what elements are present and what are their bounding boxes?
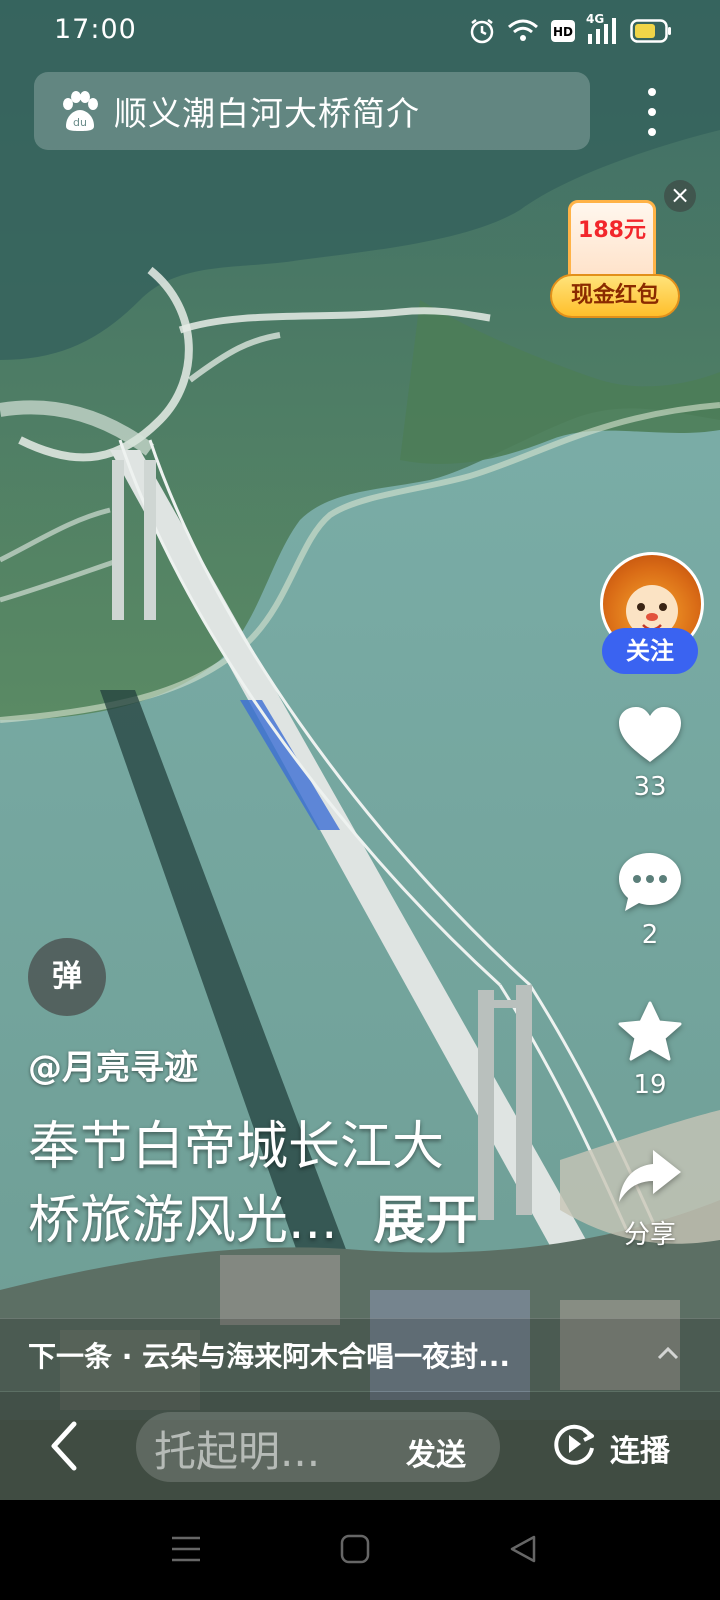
- comment-button[interactable]: 2: [600, 850, 700, 950]
- like-count: 33: [633, 772, 667, 802]
- share-arrow-icon: [619, 1150, 681, 1202]
- caption-line-2-wrap: 桥旅游风光... 展开: [28, 1184, 568, 1258]
- battery-icon: [630, 19, 671, 43]
- caption-line-1: 奉节白帝城长江大: [28, 1117, 445, 1177]
- comment-input[interactable]: 托起明... 发送: [136, 1412, 500, 1482]
- next-video-bar[interactable]: 下一条 · 云朵与海来阿木合唱一夜封...: [0, 1318, 720, 1391]
- send-button[interactable]: 发送: [406, 1430, 466, 1474]
- status-time: 17:00: [54, 14, 137, 45]
- svg-text:du: du: [73, 116, 87, 129]
- favorite-button[interactable]: 19: [600, 1000, 700, 1100]
- autoplay-label: 连播: [610, 1434, 670, 1469]
- creator-handle[interactable]: @月亮寻迹: [28, 1040, 198, 1089]
- menu-icon[interactable]: [170, 1534, 202, 1564]
- comment-icon: [619, 853, 681, 911]
- comment-input-placeholder: 托起明...: [154, 1427, 321, 1476]
- hd-icon: HD: [551, 20, 575, 42]
- cell-signal-icon: 4G: [586, 12, 620, 46]
- danmaku-toggle-button[interactable]: 弹: [28, 938, 106, 1016]
- search-bar[interactable]: du 顺义潮白河大桥简介: [34, 72, 590, 150]
- more-options-button[interactable]: [632, 82, 672, 142]
- share-label: 分享: [623, 1220, 676, 1250]
- favorite-count: 19: [633, 1070, 667, 1100]
- status-bar: 17:00 HD 4G: [0, 0, 720, 62]
- chevron-up-icon: [657, 1346, 679, 1360]
- share-button[interactable]: 分享: [600, 1146, 700, 1251]
- search-query: 顺义潮白河大桥简介: [114, 94, 420, 133]
- back-arrow-icon[interactable]: [44, 1416, 84, 1476]
- star-icon: [618, 1001, 682, 1061]
- follow-button[interactable]: 关注: [602, 628, 698, 674]
- autoplay-toggle[interactable]: 连播: [548, 1414, 698, 1478]
- alarm-icon: [470, 19, 494, 44]
- heart-icon: [619, 707, 681, 762]
- video-caption: 奉节白帝城长江大 桥旅游风光... 展开: [28, 1110, 568, 1258]
- danmaku-label: 弹: [52, 959, 82, 994]
- red-packet-amount: 188元: [578, 218, 646, 243]
- wifi-icon: [508, 19, 538, 41]
- system-navigation-bar: [0, 1500, 720, 1600]
- next-video-title: 下一条 · 云朵与海来阿木合唱一夜封...: [28, 1340, 511, 1373]
- autoplay-icon: [554, 1424, 594, 1465]
- home-icon[interactable]: [340, 1534, 370, 1564]
- red-packet-label: 现金红包: [550, 274, 680, 318]
- baidu-paw-icon: du: [63, 91, 98, 131]
- bottom-bar: 托起明... 发送 连播: [0, 1392, 720, 1500]
- comment-count: 2: [641, 920, 659, 950]
- caption-line-2: 桥旅游风光...: [28, 1191, 338, 1251]
- back-triangle-icon[interactable]: [508, 1534, 538, 1564]
- like-button[interactable]: 33: [600, 704, 700, 802]
- status-icons: HD 4G: [468, 12, 672, 48]
- expand-caption-button[interactable]: 展开: [374, 1191, 478, 1251]
- red-packet-widget[interactable]: 188元 现金红包: [550, 190, 690, 330]
- svg-text:HD: HD: [553, 25, 573, 39]
